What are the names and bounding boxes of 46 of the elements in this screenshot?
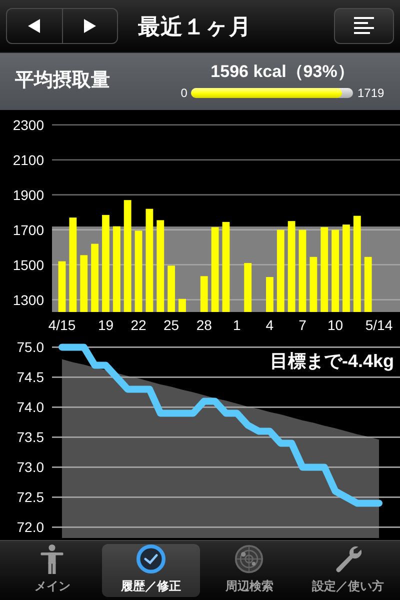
- menu-button[interactable]: [334, 8, 394, 44]
- y-axis-label: 2300: [12, 116, 44, 133]
- y-axis-label: 72.5: [16, 489, 44, 506]
- right-triangle-icon: [82, 18, 98, 34]
- y-axis-label: 1900: [12, 186, 44, 203]
- tab-bar-item[interactable]: 周辺検索: [200, 544, 298, 597]
- intake-bar: [244, 263, 252, 312]
- y-axis-label: 1300: [12, 292, 44, 308]
- x-axis-label: 22: [130, 317, 146, 333]
- intake-bar: [80, 255, 88, 312]
- y-axis-label: 1700: [12, 222, 44, 238]
- x-axis-label: 7: [298, 317, 306, 333]
- x-axis-label: 25: [164, 317, 180, 333]
- left-triangle-icon: [26, 18, 42, 34]
- y-axis-label: 73.0: [16, 459, 44, 476]
- intake-bar: [310, 256, 318, 312]
- person-icon: [39, 544, 66, 574]
- goal-remaining-text: 目標まで-4.4kg: [270, 350, 394, 373]
- average-intake-value: 1596 kcal（93%）: [210, 60, 354, 82]
- scale-min-label: 0: [180, 85, 188, 102]
- x-axis-label: 4/15: [48, 317, 76, 333]
- tab-bar-item[interactable]: 履歴／修正: [102, 544, 200, 597]
- x-axis-label: 5/14: [365, 317, 393, 333]
- intake-bar: [91, 244, 98, 312]
- intake-bar: [178, 298, 186, 312]
- scale-max-label: 1719: [357, 85, 384, 102]
- y-axis-label: 1500: [12, 256, 44, 273]
- tab-bar-item[interactable]: 設定／使い方: [298, 544, 397, 597]
- x-axis-label: 10: [328, 317, 344, 333]
- intake-bar: [168, 266, 176, 312]
- y-axis-label: 74.5: [16, 369, 44, 386]
- x-axis-label: 28: [196, 317, 212, 333]
- list-lines-icon: [352, 16, 376, 36]
- screen-title: 最近１ヶ月: [137, 12, 253, 40]
- tab-bar-item[interactable]: メイン: [3, 544, 102, 597]
- average-intake-label: 平均摂取量: [15, 69, 111, 94]
- y-axis-label: 72.0: [16, 519, 44, 536]
- x-axis-label: 4: [266, 317, 274, 333]
- y-axis-label: 74.0: [16, 399, 44, 416]
- x-axis-label: 1: [233, 317, 241, 333]
- y-axis-label: 2100: [12, 152, 44, 168]
- x-axis-label: 19: [98, 317, 114, 333]
- y-axis-label: 75.0: [16, 340, 44, 356]
- y-axis-label: 73.5: [16, 429, 44, 446]
- intake-bar: [266, 277, 274, 312]
- radar-icon: [233, 544, 266, 574]
